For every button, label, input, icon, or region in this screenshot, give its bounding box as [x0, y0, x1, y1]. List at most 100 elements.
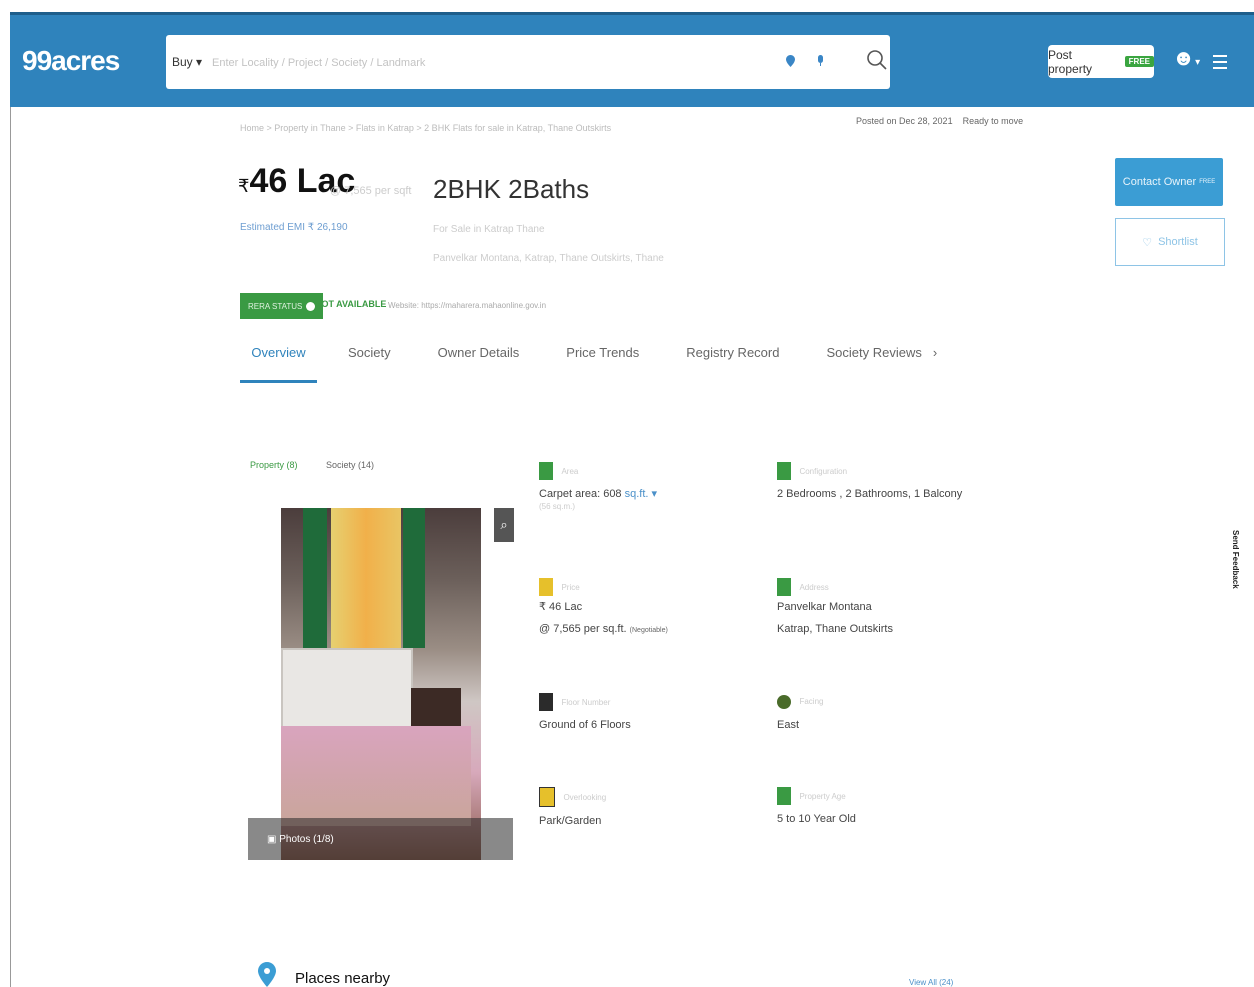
- feature-label: Configuration: [799, 466, 848, 476]
- feature-value: ₹ 46 Lac: [539, 601, 583, 614]
- tab-society[interactable]: Society: [348, 340, 391, 380]
- rera-website[interactable]: Website: https://maharera.mahaonline.gov…: [388, 301, 546, 310]
- search-input[interactable]: [210, 50, 754, 76]
- photo-bed: [281, 726, 471, 826]
- search-bar: Buy ▾: [166, 35, 890, 89]
- map-pin-icon: [258, 962, 276, 987]
- unit-dropdown[interactable]: sq.ft. ▾: [625, 488, 657, 500]
- post-property-label: Post property: [1048, 47, 1093, 76]
- feature-property-age: Property Age 5 to 10 Year Old: [777, 787, 997, 827]
- property-photo[interactable]: [281, 508, 481, 860]
- feature-value: Panvelkar Montana: [777, 601, 872, 614]
- user-icon[interactable]: ☻▾: [1172, 45, 1200, 71]
- unit-label: sq.ft.: [624, 488, 649, 501]
- zoom-icon[interactable]: ⌕: [494, 508, 514, 542]
- feature-price: Price ₹ 46 Lac @ 7,565 per sq.ft. (Negot…: [539, 578, 759, 642]
- logo[interactable]: 99acres: [22, 45, 120, 77]
- possession-status: Ready to move: [962, 116, 1024, 126]
- chevron-right-icon[interactable]: ›: [933, 340, 937, 380]
- listing-address: Panvelkar Montana, Katrap, Thane Outskir…: [433, 253, 664, 264]
- heart-icon: ♡: [1142, 236, 1153, 249]
- contact-owner-button[interactable]: Contact Owner FREE: [1115, 158, 1223, 206]
- feature-value: Park/Garden: [539, 815, 602, 827]
- feature-value: Carpet area: 608 sq.ft. ▾: [539, 486, 759, 502]
- photo-curtain: [403, 508, 425, 648]
- tab-owner-details[interactable]: Owner Details: [438, 340, 520, 380]
- buy-label: Buy: [172, 55, 193, 69]
- search-icon[interactable]: [866, 49, 888, 71]
- currency-symbol: ₹: [238, 176, 250, 196]
- feature-value: Ground of 6 Floors: [539, 719, 631, 732]
- frame-edge: [10, 104, 11, 987]
- places-nearby-title: Places nearby: [295, 970, 391, 987]
- compass-icon: [777, 694, 791, 709]
- feature-value: 5 to 10 Year Old: [777, 813, 856, 826]
- feature-label: Floor Number: [561, 697, 611, 707]
- feature-value: East: [777, 719, 800, 731]
- area-value: Carpet area: 608: [539, 488, 622, 501]
- price-per-sqft-value: @ 7,565 per sq.ft.: [539, 623, 627, 636]
- photos-count[interactable]: ▣ Photos (1/8): [267, 834, 334, 845]
- tab-society-reviews[interactable]: Society Reviews: [826, 340, 921, 380]
- tab-registry-record[interactable]: Registry Record: [686, 340, 779, 380]
- price-per-sqft: @ 7,565 per sqft: [330, 185, 412, 197]
- feature-facing: Facing East: [777, 693, 997, 733]
- shortlist-label: Shortlist: [1158, 236, 1198, 248]
- feature-label: Address: [799, 582, 829, 592]
- photo-tab-property[interactable]: Property (8): [250, 460, 298, 470]
- address-icon: [777, 578, 791, 596]
- contact-owner-label: Contact Owner: [1122, 176, 1197, 188]
- tab-price-trends[interactable]: Price Trends: [566, 340, 639, 380]
- price-tag-icon: [539, 578, 553, 596]
- feature-label: Price: [561, 582, 580, 592]
- configuration-icon: [777, 462, 791, 480]
- feature-subvalue: Katrap, Thane Outskirts: [777, 623, 893, 636]
- send-feedback-tab[interactable]: Send Feedback: [1231, 490, 1254, 600]
- photo-curtain: [331, 508, 401, 648]
- feature-label: Facing: [799, 697, 824, 707]
- view-all-link[interactable]: View All (24): [909, 978, 953, 987]
- feature-overlooking: Overlooking Park/Garden: [539, 787, 759, 829]
- send-feedback-label: Send Feedback: [1231, 530, 1240, 589]
- feature-address: Address Panvelkar Montana Katrap, Thane …: [777, 578, 997, 640]
- feature-label: Property Age: [799, 791, 846, 801]
- floor-icon: [539, 693, 553, 711]
- shortlist-button[interactable]: ♡ Shortlist: [1115, 218, 1225, 266]
- hamburger-menu-icon[interactable]: [1213, 55, 1227, 73]
- top-nav: 99acres Buy ▾ Post property FREE ☻▾: [10, 12, 1254, 107]
- section-tabs: Overview Society Owner Details Price Tre…: [240, 340, 937, 383]
- emi-link[interactable]: Estimated EMI ₹ 26,190: [240, 222, 348, 233]
- photo-headboard: [281, 648, 413, 730]
- posted-date: Posted on Dec 28, 2021: [856, 116, 953, 126]
- buy-dropdown[interactable]: Buy ▾: [172, 55, 202, 69]
- breadcrumb[interactable]: Home > Property in Thane > Flats in Katr…: [240, 123, 611, 133]
- negotiable-label: (Negotiable): [629, 627, 668, 635]
- free-badge: FREE: [1124, 56, 1154, 67]
- tab-overview[interactable]: Overview: [240, 340, 317, 383]
- photos-count-label: Photos (1/8): [279, 834, 334, 845]
- post-property-button[interactable]: Post property FREE: [1048, 45, 1154, 78]
- location-icon[interactable]: [786, 55, 795, 67]
- overlooking-icon: [539, 787, 555, 807]
- photo-curtain: [303, 508, 327, 648]
- photo-tab-society[interactable]: Society (14): [326, 460, 374, 470]
- config-title: 2BHK 2Baths: [433, 174, 590, 204]
- feature-floor: Floor Number Ground of 6 Floors: [539, 693, 759, 733]
- feature-area: Area Carpet area: 608 sq.ft. ▾ (56 sq.m.…: [539, 462, 759, 511]
- area-icon: [539, 462, 553, 480]
- feature-subvalue: @ 7,565 per sq.ft. (Negotiable): [539, 618, 759, 642]
- building-icon: [777, 787, 791, 805]
- feature-value: 2 Bedrooms , 2 Bathrooms, 1 Balcony: [777, 488, 963, 501]
- listing-subtitle: For Sale in Katrap Thane: [433, 224, 545, 235]
- feature-label: Overlooking: [563, 792, 607, 802]
- contact-free-badge: FREE: [1199, 179, 1216, 185]
- feature-configuration: Configuration 2 Bedrooms , 2 Bathrooms, …: [777, 462, 997, 502]
- rera-status-badge[interactable]: RERA STATUS: [240, 293, 324, 319]
- rera-label: RERA STATUS: [248, 301, 303, 311]
- mic-icon[interactable]: [816, 55, 825, 67]
- area-sqm: (56 sq.m.): [539, 502, 576, 512]
- gallery-icon: ▣: [267, 834, 277, 845]
- feature-label: Area: [561, 466, 579, 476]
- rera-availability: NOT AVAILABLE: [315, 299, 387, 309]
- posted-info: Posted on Dec 28, 2021 Ready to move: [856, 116, 1023, 126]
